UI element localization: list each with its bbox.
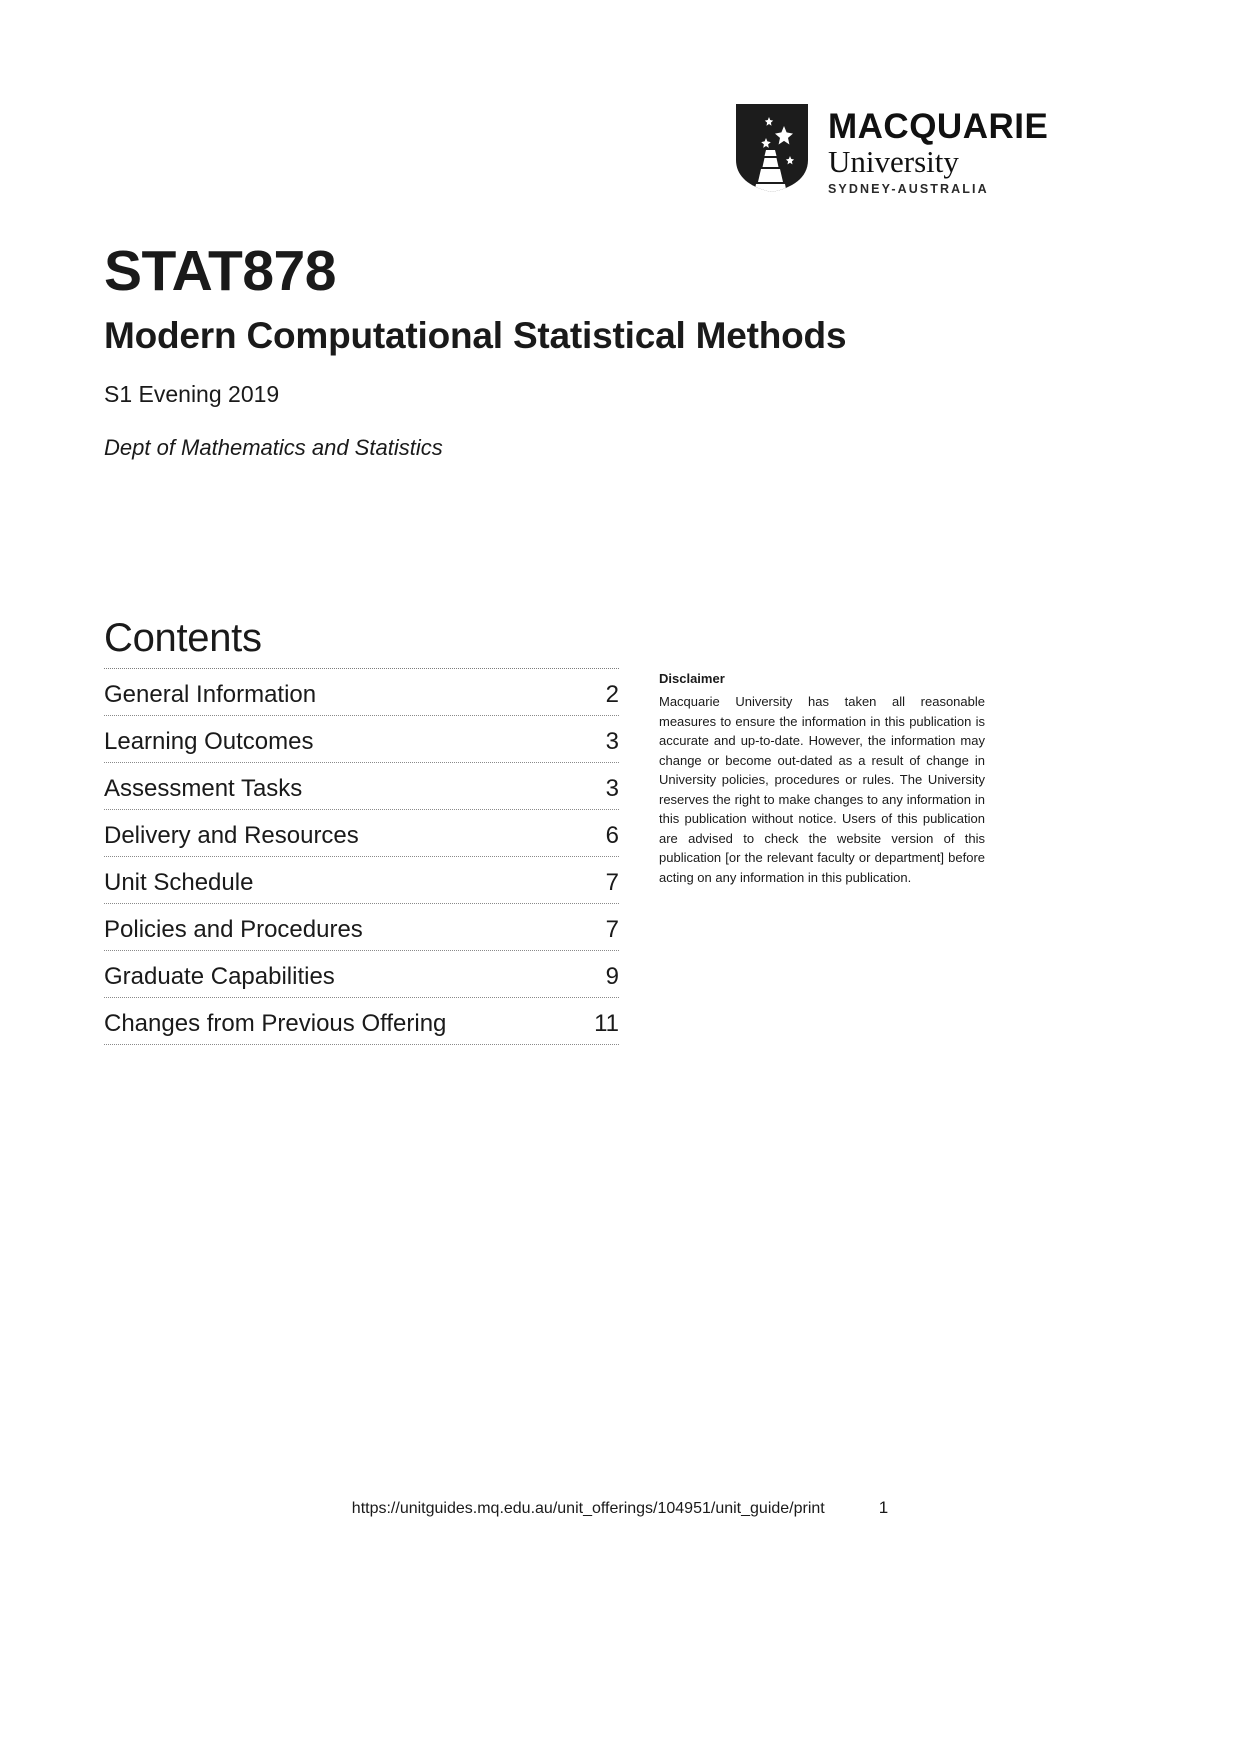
unit-department: Dept of Mathematics and Statistics [104,435,443,460]
toc-entry-page: 7 [605,916,619,943]
unit-name: Modern Computational Statistical Methods [104,315,847,356]
toc-entry-page: 7 [605,869,619,896]
toc-entry-label: Assessment Tasks [104,775,303,802]
logo-line-sydney-australia: SYDNEY-AUSTRALIA [828,182,989,196]
unit-code: STAT878 [104,239,336,303]
unit-title-block: STAT878 Modern Computational Statistical… [104,240,1004,461]
toc-entry-label: Learning Outcomes [104,728,314,755]
toc-entry[interactable]: Unit Schedule 7 [104,857,619,904]
toc-entry-label: Unit Schedule [104,869,254,896]
toc-entry[interactable]: Delivery and Resources 6 [104,810,619,857]
unit-session: S1 Evening 2019 [104,381,280,407]
toc-entry-page: 11 [594,1010,619,1037]
contents-heading: Contents [104,616,262,660]
toc-entry[interactable]: Changes from Previous Offering 11 [104,998,619,1045]
logo-line-university: University [828,144,959,179]
toc-entry-page: 2 [605,681,619,708]
disclaimer-title: Disclaimer [659,671,725,686]
toc-entry[interactable]: Assessment Tasks 3 [104,763,619,810]
unit-guide-page: MACQUARIE University SYDNEY-AUSTRALIA ST… [0,0,1240,1754]
toc-entry-label: Graduate Capabilities [104,963,335,990]
toc-entry[interactable]: General Information 2 [104,669,619,716]
toc-entry-page: 3 [605,775,619,802]
toc-entry-label: Delivery and Resources [104,822,359,849]
macquarie-shield-icon [736,104,808,192]
page-footer: https://unitguides.mq.edu.au/unit_offeri… [0,1498,1240,1518]
toc-entry[interactable]: Graduate Capabilities 9 [104,951,619,998]
logo-wordmark: MACQUARIE University SYDNEY-AUSTRALIA [828,104,1049,197]
disclaimer-body: Macquarie University has taken all reaso… [659,694,985,885]
logo-line-macquarie: MACQUARIE [828,107,1049,146]
table-of-contents: Contents General Information 2 Learning Ou… [104,614,619,1045]
footer-url[interactable]: https://unitguides.mq.edu.au/unit_offeri… [352,1500,825,1518]
toc-entry-page: 3 [605,728,619,755]
toc-entry[interactable]: Learning Outcomes 3 [104,716,619,763]
toc-entry-page: 6 [605,822,619,849]
disclaimer-block: Disclaimer Macquarie University has take… [659,670,985,887]
macquarie-university-logo: MACQUARIE University SYDNEY-AUSTRALIA [736,104,1048,196]
toc-entry-page: 9 [605,963,619,990]
toc-entry-label: Policies and Procedures [104,916,363,943]
toc-entry[interactable]: Policies and Procedures 7 [104,904,619,951]
toc-entry-label: General Information [104,681,317,708]
footer-page-number: 1 [878,1498,889,1517]
toc-entry-label: Changes from Previous Offering [104,1010,447,1037]
